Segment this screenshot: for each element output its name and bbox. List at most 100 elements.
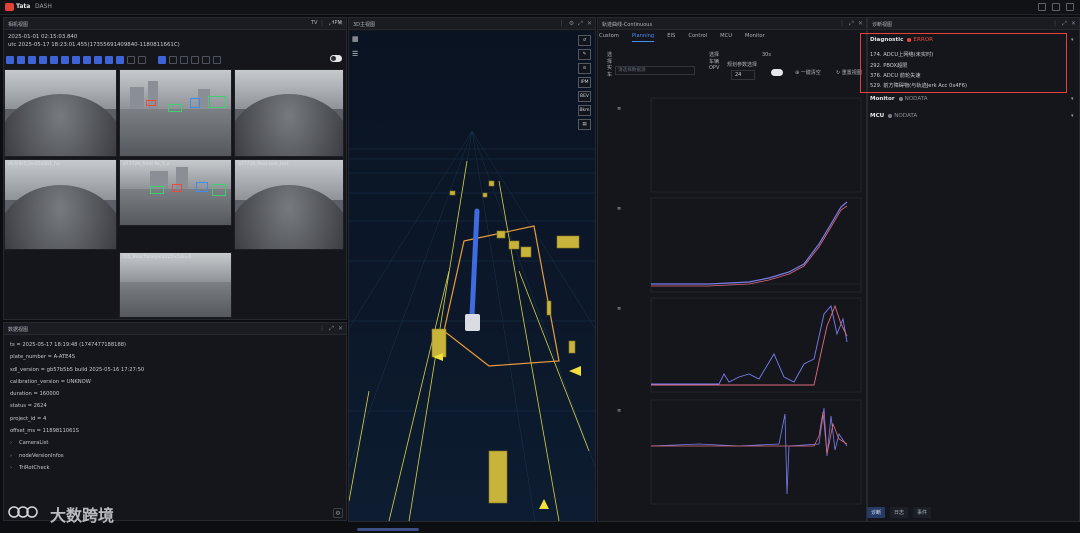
camera-front-left[interactable] xyxy=(4,69,117,157)
toolbar-btn-8[interactable] xyxy=(83,55,91,64)
tab-monitor[interactable]: Monitor xyxy=(745,33,765,42)
camera-front[interactable] xyxy=(119,69,232,157)
data-row: project_id = 4 xyxy=(10,415,47,422)
reset-button[interactable]: ↻ 重置视图 xyxy=(836,69,862,76)
more-icon[interactable]: ⋮ xyxy=(319,20,325,28)
toolbar-btn-17[interactable] xyxy=(191,55,199,64)
diagnostic-panel-title: 诊断视图 xyxy=(872,22,893,28)
diagnostic-item[interactable]: 376. ADCU 前轮失速 xyxy=(870,72,921,79)
toolbar-btn-6[interactable] xyxy=(61,55,69,64)
toolbar-btn-7[interactable] xyxy=(72,55,80,64)
close-icon[interactable]: ✕ xyxy=(338,325,343,333)
camera-right[interactable]: a77729_Rear.rear_test xyxy=(234,159,344,250)
bkm-view-button[interactable]: Bkm xyxy=(578,105,591,116)
toolbar-btn-1[interactable] xyxy=(6,55,14,64)
monitor-header[interactable]: Monitor NODATA xyxy=(870,96,928,102)
chart-jerk: ≣ xyxy=(617,399,862,505)
toolbar-btn-4[interactable] xyxy=(39,55,47,64)
settings-icon[interactable] xyxy=(1038,3,1046,11)
tab-mcu[interactable]: MCU xyxy=(720,33,732,42)
tab-diagnosis[interactable]: 诊断 xyxy=(867,507,886,518)
toolbar-btn-9[interactable] xyxy=(94,55,102,64)
window-label: 30s xyxy=(762,52,771,58)
camera-left[interactable]: dlcfs9c5_test5d4b1_ho xyxy=(4,159,117,250)
pin-icon[interactable]: ⊙ xyxy=(578,63,591,74)
datasource-dropdown[interactable]: 请选择数据源 xyxy=(615,66,695,75)
chevron-right-icon: › xyxy=(10,464,13,471)
close-icon[interactable]: ✕ xyxy=(1071,20,1076,28)
layout-icon[interactable] xyxy=(1066,3,1074,11)
more-icon[interactable]: ⋮ xyxy=(839,20,845,28)
toolbar-btn-12[interactable] xyxy=(127,55,135,64)
window-toggle[interactable] xyxy=(771,69,783,76)
toolbar-btn-18[interactable] xyxy=(202,55,210,64)
toolbar-btn-15[interactable] xyxy=(169,55,177,64)
toolbar-btn-2[interactable] xyxy=(17,55,25,64)
diagnostic-item[interactable]: 292. PBOX超限 xyxy=(870,62,907,69)
chevron-down-icon[interactable]: ▾ xyxy=(1071,113,1074,119)
plot-area[interactable]: ≣ ≣ ≣ ≣ xyxy=(599,94,866,521)
status-dot-icon xyxy=(888,113,893,118)
reset-view-icon[interactable]: ↺ xyxy=(578,35,591,46)
expand-icon[interactable]: ⤢ xyxy=(578,20,583,28)
tab-planning[interactable]: Planning xyxy=(631,33,655,42)
timeline-scroll-thumb[interactable] xyxy=(357,528,419,531)
expand-icon[interactable]: ⤢ xyxy=(849,20,854,28)
toolbar-btn-11[interactable] xyxy=(116,55,124,64)
toolbar-btn-5[interactable] xyxy=(50,55,58,64)
layers-icon[interactable]: ▦ xyxy=(352,35,359,43)
window-icon[interactable] xyxy=(1052,3,1060,11)
toolbar-btn-10[interactable] xyxy=(105,55,113,64)
grid-icon[interactable]: ▤ xyxy=(578,119,591,130)
speed-input[interactable]: 24 xyxy=(731,70,755,80)
data-row: calibration_version = UNKNOW xyxy=(10,378,91,385)
mode-ipm-select[interactable]: IPM xyxy=(333,20,342,26)
menu-name[interactable]: DASH xyxy=(35,3,52,10)
toolbar-btn-3[interactable] xyxy=(28,55,36,64)
bev-view-button[interactable]: BEV xyxy=(578,91,591,102)
tab-logs[interactable]: 日志 xyxy=(890,507,909,518)
toolbar-btn-14[interactable] xyxy=(158,55,166,64)
expand-icon[interactable]: ⤢ xyxy=(1062,20,1067,28)
view3d-canvas[interactable] xyxy=(349,31,595,521)
close-icon[interactable]: ✕ xyxy=(858,20,863,28)
gear-icon[interactable]: ⚙ xyxy=(333,508,343,518)
diagnostic-header[interactable]: Diagnostic ERROR xyxy=(870,37,933,43)
lightbulb-icon[interactable] xyxy=(138,55,146,64)
mode-tv-select[interactable]: TV xyxy=(311,20,317,26)
ruler-icon[interactable]: ✎ xyxy=(578,49,591,60)
tab-events[interactable]: 事件 xyxy=(913,507,932,518)
camera-front-right[interactable] xyxy=(234,69,344,157)
tree-item[interactable]: › nodeVersionInfos xyxy=(10,450,340,462)
tab-custom[interactable]: Custom xyxy=(599,33,619,42)
chevron-down-icon[interactable]: ▾ xyxy=(1071,37,1074,43)
expand-icon[interactable]: ⤢ xyxy=(329,325,334,333)
data-row: plate_number = A-ATE4S xyxy=(10,354,75,361)
data-row: sdl_version = gb57b5b5 build 2025-05-16 … xyxy=(10,366,145,373)
ipm-view-button[interactable]: IPM xyxy=(578,77,591,88)
chart-yaw: ≣ xyxy=(617,297,862,393)
camera-toolbar xyxy=(6,55,221,64)
chart-yaw-icon: ≣ xyxy=(617,306,621,312)
data-row: duration = 160000 xyxy=(10,391,60,398)
settings-icon[interactable]: ⚙ xyxy=(569,20,574,28)
tree-item[interactable]: › TriRotCheck xyxy=(10,462,340,474)
stack-icon[interactable]: ☰ xyxy=(352,50,359,58)
more-icon[interactable]: ⋮ xyxy=(319,325,325,333)
toolbar-btn-19[interactable] xyxy=(213,55,221,64)
more-icon[interactable]: ⋮ xyxy=(559,20,565,28)
close-icon[interactable]: ✕ xyxy=(587,20,592,28)
camera-toggle[interactable] xyxy=(330,55,342,62)
camera-mid[interactable]: a77729_front.fw_5_e xyxy=(119,159,232,226)
tab-control[interactable]: Control xyxy=(688,33,707,42)
chevron-down-icon[interactable]: ▾ xyxy=(1071,96,1074,102)
tab-eis[interactable]: EIS xyxy=(667,33,675,42)
tree-item[interactable]: › CameraList xyxy=(10,437,340,449)
clear-button[interactable]: ⊕ 一键清空 xyxy=(795,69,821,76)
mcu-header[interactable]: MCU NODATA xyxy=(870,113,917,119)
diagnostic-item[interactable]: 174. ADCU上网络(未实时) xyxy=(870,51,933,58)
more-icon[interactable]: ⋮ xyxy=(1052,20,1058,28)
toolbar-btn-16[interactable] xyxy=(180,55,188,64)
diagnostic-item[interactable]: 529. 前方障碍物(与轨迹Jerk Acc 0x4F6) xyxy=(870,82,967,89)
camera-rear[interactable]: t25_Rear.fisheye(1225×5)E=0 xyxy=(119,252,232,318)
